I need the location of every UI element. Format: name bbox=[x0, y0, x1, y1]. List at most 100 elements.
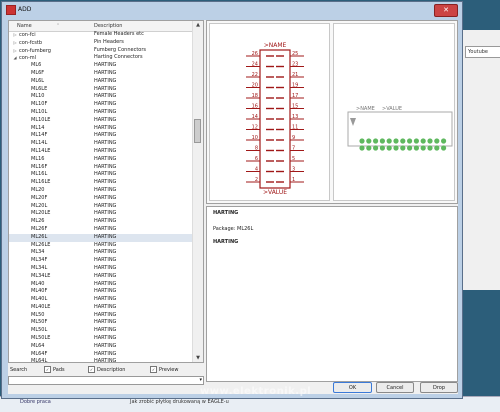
list-item-label: ML26L bbox=[31, 233, 48, 240]
expander-icon[interactable]: ▷ bbox=[11, 47, 19, 55]
list-item[interactable]: ML6LE HARTING bbox=[9, 86, 194, 94]
symbol-pin-contact bbox=[276, 65, 284, 68]
list-item[interactable]: ML26L HARTING bbox=[9, 233, 194, 242]
list-item-description: HARTING bbox=[94, 155, 117, 162]
scroll-thumb[interactable] bbox=[194, 119, 201, 143]
symbol-pin-number: 22 bbox=[252, 72, 258, 78]
list-item-description: HARTING bbox=[94, 280, 117, 287]
list-item[interactable]: ML10 HARTING bbox=[9, 93, 194, 101]
list-item-label: ML14LE bbox=[31, 147, 51, 154]
list-item-label: ML16LE bbox=[31, 179, 51, 186]
list-item[interactable]: ML10F HARTING bbox=[9, 101, 194, 109]
list-item[interactable]: ML40 HARTING bbox=[9, 281, 194, 289]
preview-checkbox[interactable]: ✓ Preview bbox=[150, 366, 178, 373]
list-item[interactable]: ML26 HARTING bbox=[9, 218, 194, 226]
list-item-label: ML64L bbox=[31, 358, 48, 363]
list-item[interactable]: ML20 HARTING bbox=[9, 187, 194, 195]
list-item[interactable]: ML20LE HARTING bbox=[9, 210, 194, 218]
list-item[interactable]: ML34L HARTING bbox=[9, 265, 194, 273]
list-item[interactable]: ML26LE HARTING bbox=[9, 242, 194, 250]
list-item[interactable]: ML10LE HARTING bbox=[9, 117, 194, 125]
list-scrollbar[interactable]: ▲ ▼ bbox=[192, 21, 203, 362]
symbol-pin-contact bbox=[266, 55, 274, 57]
expander-icon[interactable]: ▷ bbox=[11, 31, 19, 39]
expander-icon[interactable]: ▷ bbox=[11, 39, 19, 47]
list-item[interactable]: ▷ con-fci Female Headers etc bbox=[9, 31, 194, 39]
column-header-description[interactable]: Description bbox=[94, 23, 122, 29]
list-item[interactable]: ML20L HARTING bbox=[9, 203, 194, 211]
list-item-label: ML16L bbox=[31, 171, 48, 178]
taskbar-item[interactable]: Dobre praca bbox=[20, 399, 51, 405]
list-item-label: ML10L bbox=[31, 108, 48, 115]
package-preview: >NAME >VALUE bbox=[333, 23, 455, 201]
library-list[interactable]: Name ˄ Description ▷ con-fci Female Header… bbox=[8, 20, 204, 363]
list-item[interactable]: ML14L HARTING bbox=[9, 140, 194, 148]
symbol-preview: >NAME >VALUE 26 25 24 23 22 21 20 19 18 17 16 15 14 1… bbox=[209, 23, 330, 201]
list-item-label: ML34F bbox=[31, 257, 48, 264]
background-field[interactable]: Youtube bbox=[465, 46, 500, 58]
list-item[interactable]: ▷ con-fumberg Fumberg Connectors bbox=[9, 47, 194, 55]
list-item[interactable]: ML34LE HARTING bbox=[9, 273, 194, 281]
description-checkbox[interactable]: ✓ Description bbox=[88, 366, 125, 373]
scroll-up-icon[interactable]: ▲ bbox=[193, 21, 203, 29]
list-item[interactable]: ML16F HARTING bbox=[9, 164, 194, 172]
list-item[interactable]: ML50F HARTING bbox=[9, 319, 194, 327]
symbol-pin-contact bbox=[266, 86, 274, 89]
list-item[interactable]: ML40L HARTING bbox=[9, 296, 194, 304]
list-item[interactable]: ML64 HARTING bbox=[9, 343, 194, 351]
list-item[interactable]: ML34F HARTING bbox=[9, 257, 194, 265]
list-item[interactable]: ML16LE HARTING bbox=[9, 179, 194, 187]
chevron-down-icon[interactable]: ▾ bbox=[199, 377, 202, 383]
list-item[interactable]: ◢ con-ml Harting Connectors bbox=[9, 54, 194, 62]
title-bar[interactable]: ADD ✕ bbox=[2, 2, 462, 18]
list-item-description: HARTING bbox=[94, 358, 117, 363]
drop-button[interactable]: Drop bbox=[420, 382, 458, 393]
list-item[interactable]: ML14F HARTING bbox=[9, 132, 194, 140]
list-item[interactable]: ML16 HARTING bbox=[9, 156, 194, 164]
package-pad bbox=[379, 145, 385, 151]
list-item[interactable]: ML14LE HARTING bbox=[9, 148, 194, 156]
symbol-pin-number: 16 bbox=[252, 104, 258, 110]
list-item[interactable]: ML50 HARTING bbox=[9, 312, 194, 320]
list-item[interactable]: ML50LE HARTING bbox=[9, 335, 194, 343]
list-item-description: HARTING bbox=[94, 218, 117, 225]
list-item-label: ML26 bbox=[31, 218, 45, 225]
scroll-down-icon[interactable]: ▼ bbox=[193, 354, 203, 362]
list-item-description: HARTING bbox=[94, 69, 117, 76]
ok-button[interactable]: OK bbox=[333, 382, 372, 393]
list-item[interactable]: ML16L HARTING bbox=[9, 171, 194, 179]
list-item[interactable]: ML64F HARTING bbox=[9, 351, 194, 359]
list-item[interactable]: ML14 HARTING bbox=[9, 125, 194, 133]
list-item[interactable]: ML40F HARTING bbox=[9, 288, 194, 296]
list-item[interactable]: ML26F HARTING bbox=[9, 226, 194, 234]
list-item[interactable]: ML50L HARTING bbox=[9, 327, 194, 335]
list-item[interactable]: ML6 HARTING bbox=[9, 62, 194, 70]
symbol-pin-contact bbox=[266, 149, 274, 152]
symbol-pin-contact bbox=[266, 160, 274, 162]
pads-label: Pads bbox=[53, 367, 65, 373]
list-item[interactable]: ML10L HARTING bbox=[9, 109, 194, 117]
close-button[interactable]: ✕ bbox=[434, 4, 458, 17]
list-item[interactable]: ML6F HARTING bbox=[9, 70, 194, 78]
list-item-label: ML14F bbox=[31, 132, 48, 139]
list-item-description: HARTING bbox=[94, 327, 117, 334]
package-pad bbox=[441, 145, 447, 151]
symbol-pin-contact bbox=[276, 97, 284, 99]
list-item[interactable]: ▷ con-fcstb Pin Headers bbox=[9, 39, 194, 47]
description-panel: HARTING Package: ML26L HARTING bbox=[206, 206, 458, 382]
expander-icon[interactable]: ◢ bbox=[11, 54, 19, 62]
search-input[interactable]: ▾ bbox=[8, 376, 204, 385]
list-item[interactable]: ML6L HARTING bbox=[9, 78, 194, 86]
symbol-pins: 26 2524 2322 2120 1918 1716 1514 1312 1110 98 76 54… bbox=[246, 51, 304, 183]
column-header-name[interactable]: Name bbox=[17, 23, 32, 29]
list-item-label: con-fumberg bbox=[19, 47, 51, 54]
list-item[interactable]: ML40LE HARTING bbox=[9, 304, 194, 312]
pads-checkbox[interactable]: ✓ Pads bbox=[44, 366, 65, 373]
symbol-pin-contact bbox=[276, 86, 284, 89]
list-item[interactable]: ML20F HARTING bbox=[9, 195, 194, 203]
list-item[interactable]: ML64L HARTING bbox=[9, 358, 194, 363]
cancel-button[interactable]: Cancel bbox=[376, 382, 414, 393]
symbol-pin-contact bbox=[276, 139, 284, 141]
list-item[interactable]: ML34 HARTING bbox=[9, 249, 194, 257]
list-item-description: HARTING bbox=[94, 77, 117, 84]
